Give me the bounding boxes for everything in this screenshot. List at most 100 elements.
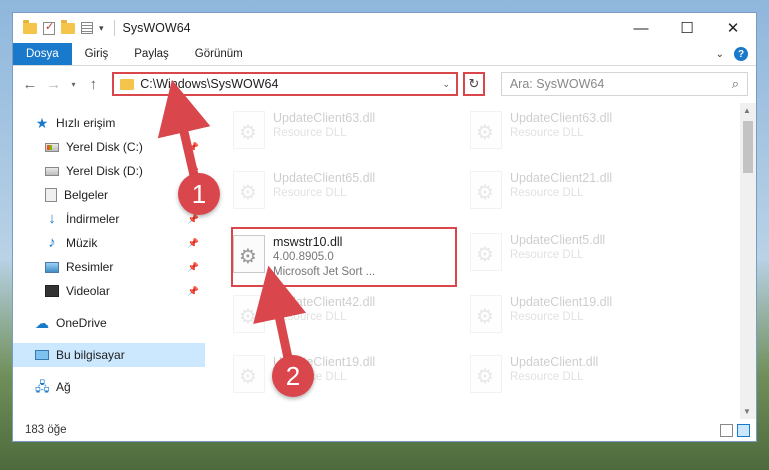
drive-c-icon bbox=[45, 142, 59, 152]
help-icon[interactable]: ? bbox=[734, 47, 748, 61]
music-icon: ♪ bbox=[48, 234, 56, 251]
dll-file-icon bbox=[233, 171, 265, 209]
sidebar-item-local-disk-d[interactable]: Yerel Disk (D:) 📌 bbox=[13, 159, 205, 183]
file-name: UpdateClient65.dll bbox=[273, 171, 376, 185]
file-item-mswstr10[interactable]: mswstr10.dll 4.00.8905.0 Microsoft Jet S… bbox=[231, 227, 457, 287]
dll-file-icon bbox=[470, 355, 502, 393]
address-path[interactable]: C:\Windows\SysWOW64 bbox=[140, 77, 436, 91]
dll-file-icon bbox=[470, 171, 502, 209]
pin-icon: 📌 bbox=[187, 237, 199, 248]
file-name: UpdateClient42.dll bbox=[273, 295, 376, 309]
file-item[interactable]: UpdateClient65.dll Resource DLL bbox=[233, 165, 453, 217]
sidebar-item-label: Hızlı erişim bbox=[56, 116, 116, 130]
file-item[interactable]: UpdateClient19.dllResource DLL bbox=[470, 289, 690, 341]
back-button[interactable]: ← bbox=[21, 75, 39, 93]
file-item[interactable]: UpdateClient63.dll Resource DLL bbox=[470, 105, 690, 157]
maximize-button[interactable]: ☐ bbox=[664, 13, 710, 43]
properties-icon[interactable] bbox=[81, 22, 93, 34]
tab-view[interactable]: Görünüm bbox=[182, 43, 256, 65]
sidebar-item-quick-access[interactable]: ★ Hızlı erişim bbox=[13, 111, 205, 135]
sidebar-item-local-disk-c[interactable]: Yerel Disk (C:) 📌 bbox=[13, 135, 205, 159]
address-bar[interactable]: C:\Windows\SysWOW64 ⌄ bbox=[112, 72, 459, 96]
sidebar-item-label: Resimler bbox=[66, 260, 114, 274]
dll-file-icon bbox=[470, 233, 502, 271]
new-folder-icon[interactable] bbox=[61, 19, 75, 34]
sidebar-item-onedrive[interactable]: ☁ OneDrive bbox=[13, 311, 205, 335]
tab-home[interactable]: Giriş bbox=[72, 43, 122, 65]
pin-icon: 📌 bbox=[187, 141, 199, 152]
sidebar-item-music[interactable]: ♪ Müzik 📌 bbox=[13, 231, 205, 255]
network-icon: 🖧 bbox=[35, 379, 50, 394]
sidebar-item-this-pc[interactable]: Bu bilgisayar bbox=[13, 343, 205, 367]
explorer-window: ▾ SysWOW64 — ☐ ✕ Dosya Giriş Paylaş Görü… bbox=[12, 12, 757, 442]
scroll-up-icon[interactable]: ▲ bbox=[743, 106, 751, 115]
tiles-view-icon[interactable] bbox=[737, 423, 750, 437]
file-type: Resource DLL bbox=[510, 249, 584, 261]
file-type: Resource DLL bbox=[273, 311, 347, 323]
sidebar-item-label: OneDrive bbox=[56, 316, 107, 330]
minimize-button[interactable]: — bbox=[618, 13, 664, 43]
navigation-pane: ★ Hızlı erişim Yerel Disk (C:) 📌 Yerel D… bbox=[13, 103, 205, 419]
dll-file-icon bbox=[470, 295, 502, 333]
pin-icon: 📌 bbox=[187, 213, 199, 224]
tab-file[interactable]: Dosya bbox=[13, 43, 72, 65]
documents-icon bbox=[45, 188, 57, 202]
sidebar-item-label: Ağ bbox=[56, 380, 71, 394]
tab-share[interactable]: Paylaş bbox=[121, 43, 182, 65]
ribbon-tabs: Dosya Giriş Paylaş Görünüm ⌄ ? bbox=[13, 43, 756, 66]
file-type: Resource DLL bbox=[510, 187, 584, 199]
file-version: 4.00.8905.0 bbox=[273, 251, 334, 263]
up-button[interactable]: ↑ bbox=[84, 75, 102, 93]
properties-check-icon[interactable] bbox=[43, 20, 55, 35]
sidebar-item-pictures[interactable]: Resimler 📌 bbox=[13, 255, 205, 279]
dll-file-icon bbox=[233, 295, 265, 333]
separator bbox=[113, 20, 115, 36]
search-icon: ⌕ bbox=[731, 76, 739, 91]
file-item[interactable]: UpdateClient63.dll Resource DLL bbox=[233, 105, 453, 157]
sidebar-item-network[interactable]: 🖧 Ağ bbox=[13, 375, 205, 399]
file-name: UpdateClient63.dll bbox=[273, 111, 376, 125]
file-item[interactable]: UpdateClient42.dll Resource DLL bbox=[233, 289, 453, 341]
refresh-button[interactable]: ↻ bbox=[463, 72, 485, 96]
search-input[interactable]: Ara: SysWOW64 ⌕ bbox=[500, 72, 748, 96]
window-title: SysWOW64 bbox=[122, 21, 191, 35]
file-name: UpdateClient21.dll bbox=[510, 171, 613, 185]
file-type: Resource DLL bbox=[273, 187, 347, 199]
file-name: mswstr10.dll bbox=[273, 235, 343, 249]
sidebar-item-label: Yerel Disk (D:) bbox=[66, 164, 143, 178]
callout-1: 1 bbox=[178, 173, 220, 215]
file-type: Resource DLL bbox=[510, 127, 584, 139]
file-item[interactable]: UpdateClient21.dll Resource DLL bbox=[470, 165, 690, 217]
scroll-down-icon[interactable]: ▼ bbox=[743, 407, 751, 416]
sidebar-item-documents[interactable]: Belgeler 📌 bbox=[13, 183, 205, 207]
file-item[interactable]: UpdateClient5.dll Resource DLL bbox=[470, 227, 690, 279]
file-name: UpdateClient63.dll bbox=[510, 111, 613, 125]
forward-button[interactable]: → bbox=[45, 75, 63, 93]
vertical-scrollbar[interactable]: ▲ ▼ bbox=[740, 103, 756, 419]
dll-file-icon bbox=[470, 111, 502, 149]
title-bar: ▾ SysWOW64 — ☐ ✕ bbox=[13, 13, 756, 43]
cloud-icon: ☁ bbox=[35, 315, 49, 331]
sidebar-item-downloads[interactable]: ↓ İndirmeler 📌 bbox=[13, 207, 205, 231]
recent-locations-button[interactable]: ▾ bbox=[69, 75, 79, 93]
details-view-icon[interactable] bbox=[720, 423, 733, 437]
sidebar-item-label: Videolar bbox=[66, 284, 110, 298]
pictures-icon bbox=[45, 261, 59, 273]
address-dropdown-icon[interactable]: ⌄ bbox=[436, 79, 456, 90]
file-type: Resource DLL bbox=[510, 371, 584, 383]
customize-toolbar-chevron-icon[interactable]: ▾ bbox=[99, 23, 104, 34]
expand-ribbon-icon[interactable]: ⌄ bbox=[716, 49, 724, 60]
file-item[interactable]: UpdateClient19.dllResource DLL bbox=[233, 349, 453, 401]
scrollbar-thumb[interactable] bbox=[743, 121, 753, 173]
ribbon-right: ⌄ ? bbox=[716, 43, 756, 65]
folder-icon bbox=[120, 78, 135, 90]
file-item[interactable]: UpdateClient.dll Resource DLL bbox=[470, 349, 690, 401]
folder-icon bbox=[23, 19, 37, 34]
callout-2: 2 bbox=[272, 355, 314, 397]
status-bar: 183 öğe bbox=[13, 419, 756, 441]
sidebar-item-videos[interactable]: Videolar 📌 bbox=[13, 279, 205, 303]
view-toggle bbox=[720, 423, 756, 437]
videos-icon bbox=[45, 285, 59, 297]
sidebar-item-label: Bu bilgisayar bbox=[56, 348, 125, 362]
close-button[interactable]: ✕ bbox=[710, 13, 756, 43]
